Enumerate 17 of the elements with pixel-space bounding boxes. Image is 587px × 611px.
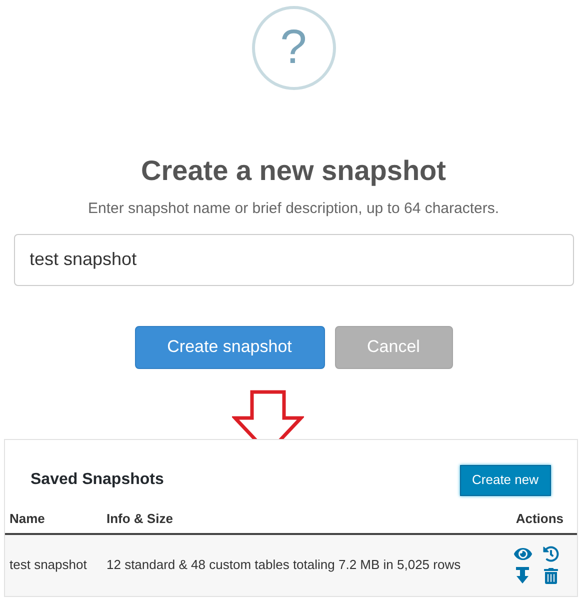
cancel-button[interactable]: Cancel bbox=[334, 326, 452, 368]
column-header: Name bbox=[10, 510, 46, 528]
create-snapshot-button[interactable]: Create snapshot bbox=[134, 326, 324, 368]
page-title: Create a new snapshot bbox=[141, 154, 446, 188]
create-new-button[interactable]: Create new bbox=[460, 464, 550, 496]
snapshot-name-field[interactable]: test snapshot bbox=[14, 234, 574, 286]
table-cell-text: test snapshot bbox=[10, 556, 88, 574]
panel-title: Saved Snapshots bbox=[30, 470, 164, 490]
table-cell-text: 12 standard & 48 custom tables totaling 7.2 MB in 5,025 rows bbox=[106, 556, 462, 574]
delete-icon[interactable] bbox=[544, 568, 558, 584]
column-header: Info & Size bbox=[106, 510, 174, 528]
help-icon: ? bbox=[252, 6, 336, 90]
page-subtitle: Enter snapshot name or brief description, up to 64 characters. bbox=[88, 199, 500, 219]
column-header: Actions bbox=[516, 510, 564, 528]
restore-icon[interactable] bbox=[542, 546, 558, 562]
view-icon[interactable] bbox=[514, 546, 532, 562]
download-icon[interactable] bbox=[516, 567, 529, 584]
